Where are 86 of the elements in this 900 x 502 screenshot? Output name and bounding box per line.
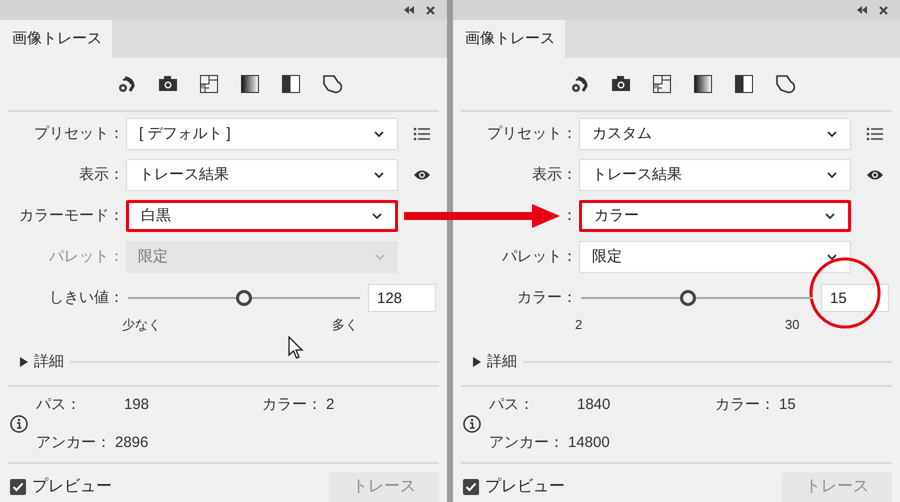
gear-arrow-icon[interactable] — [117, 74, 137, 94]
close-icon[interactable] — [879, 6, 888, 14]
grid-icon[interactable] — [199, 74, 219, 94]
chevron-down-icon — [373, 129, 385, 139]
chevron-down-icon — [826, 252, 838, 262]
slider-min-label: 2 — [575, 316, 582, 334]
stat-label: アンカー： — [489, 433, 564, 454]
value-field[interactable]: 128 — [368, 284, 436, 312]
stat-value: 2896 — [115, 433, 148, 454]
half-filled-square-icon[interactable] — [734, 74, 754, 94]
collapse-icon[interactable] — [857, 6, 867, 14]
cursor-icon — [288, 336, 304, 360]
info-icon — [463, 415, 481, 434]
preview-checkbox[interactable]: プレビュー — [10, 475, 112, 499]
field-label: カラー： — [517, 288, 577, 308]
close-icon[interactable] — [426, 6, 435, 14]
stat-label: アンカー： — [36, 433, 111, 454]
stat-label: パス： — [489, 394, 535, 415]
slider-max-label: 多く — [332, 316, 358, 334]
gear-arrow-icon[interactable] — [570, 74, 590, 94]
dropdown[interactable]: カラー — [579, 200, 851, 232]
chevron-down-icon — [371, 211, 383, 221]
chevron-down-icon — [373, 170, 385, 180]
chevron-down-icon — [826, 129, 838, 139]
dropdown-value: 限定 — [592, 246, 622, 267]
field-label: 表示： — [532, 164, 577, 185]
field-label: パレット： — [502, 246, 577, 267]
gradient-square-icon[interactable] — [693, 74, 713, 94]
slider-thumb[interactable] — [236, 290, 252, 306]
dropdown-value: トレース結果 — [139, 164, 229, 185]
dropdown-value: トレース結果 — [592, 164, 682, 185]
stat-label: カラー： — [715, 394, 775, 415]
field-label: ： — [562, 206, 577, 226]
stat-value: 198 — [124, 394, 150, 415]
field-label: プリセット： — [487, 124, 577, 144]
disclosure-toggle[interactable]: 詳細 — [473, 351, 517, 374]
field-label: 表示： — [79, 164, 124, 185]
stat-value: 14800 — [568, 433, 610, 454]
outline-shape-icon[interactable] — [775, 74, 795, 94]
field-label: パレット： — [49, 246, 124, 267]
stat-value: 15 — [779, 394, 796, 415]
dropdown[interactable]: トレース結果 — [126, 159, 398, 191]
slider-max-label: 30 — [785, 316, 800, 334]
triangle-icon — [473, 357, 481, 368]
dropdown-value: 限定 — [138, 246, 168, 267]
dropdown-value: カスタム — [592, 124, 652, 144]
dropdown-value: 白黒 — [141, 206, 171, 226]
dropdown[interactable]: トレース結果 — [579, 159, 851, 191]
outline-shape-icon[interactable] — [322, 74, 342, 94]
stat-value: 1840 — [577, 394, 612, 415]
eye-icon[interactable] — [866, 169, 884, 181]
panel-tab[interactable]: 画像トレース — [453, 20, 565, 58]
dropdown[interactable]: カスタム — [579, 118, 851, 150]
chevron-down-icon — [374, 252, 386, 262]
field-label: カラーモード： — [19, 206, 124, 226]
dropdown-value: カラー — [594, 206, 639, 226]
field-label: しきい値： — [49, 288, 124, 308]
stat-value: 2 — [326, 394, 334, 415]
list-menu-icon[interactable] — [413, 127, 431, 141]
grid-icon[interactable] — [652, 74, 672, 94]
disclosure-toggle[interactable]: 詳細 — [20, 351, 64, 374]
chevron-down-icon — [824, 211, 836, 221]
eye-icon[interactable] — [413, 169, 431, 181]
preview-checkbox[interactable]: プレビュー — [463, 475, 565, 499]
triangle-icon — [20, 357, 28, 368]
camera-icon[interactable] — [158, 74, 178, 94]
dropdown[interactable]: 限定 — [579, 241, 851, 273]
collapse-icon[interactable] — [404, 6, 414, 14]
section-title: 詳細 — [34, 352, 64, 372]
section-title: 詳細 — [487, 352, 517, 372]
slider-min-label: 少なく — [122, 316, 161, 334]
camera-icon[interactable] — [611, 74, 631, 94]
dropdown[interactable]: 白黒 — [126, 200, 398, 232]
value-field[interactable]: 15 — [821, 284, 889, 312]
panel-tab[interactable]: 画像トレース — [0, 20, 112, 58]
list-menu-icon[interactable] — [866, 127, 884, 141]
slider-thumb[interactable] — [680, 290, 696, 306]
field-label: プリセット： — [34, 124, 124, 144]
info-icon — [10, 415, 28, 434]
stat-label: パス： — [36, 394, 82, 415]
dropdown[interactable]: [ デフォルト ] — [126, 118, 398, 150]
chevron-down-icon — [826, 170, 838, 180]
gradient-square-icon[interactable] — [240, 74, 260, 94]
half-filled-square-icon[interactable] — [281, 74, 301, 94]
stat-label: カラー： — [262, 394, 322, 415]
dropdown-value: [ デフォルト ] — [139, 124, 231, 144]
